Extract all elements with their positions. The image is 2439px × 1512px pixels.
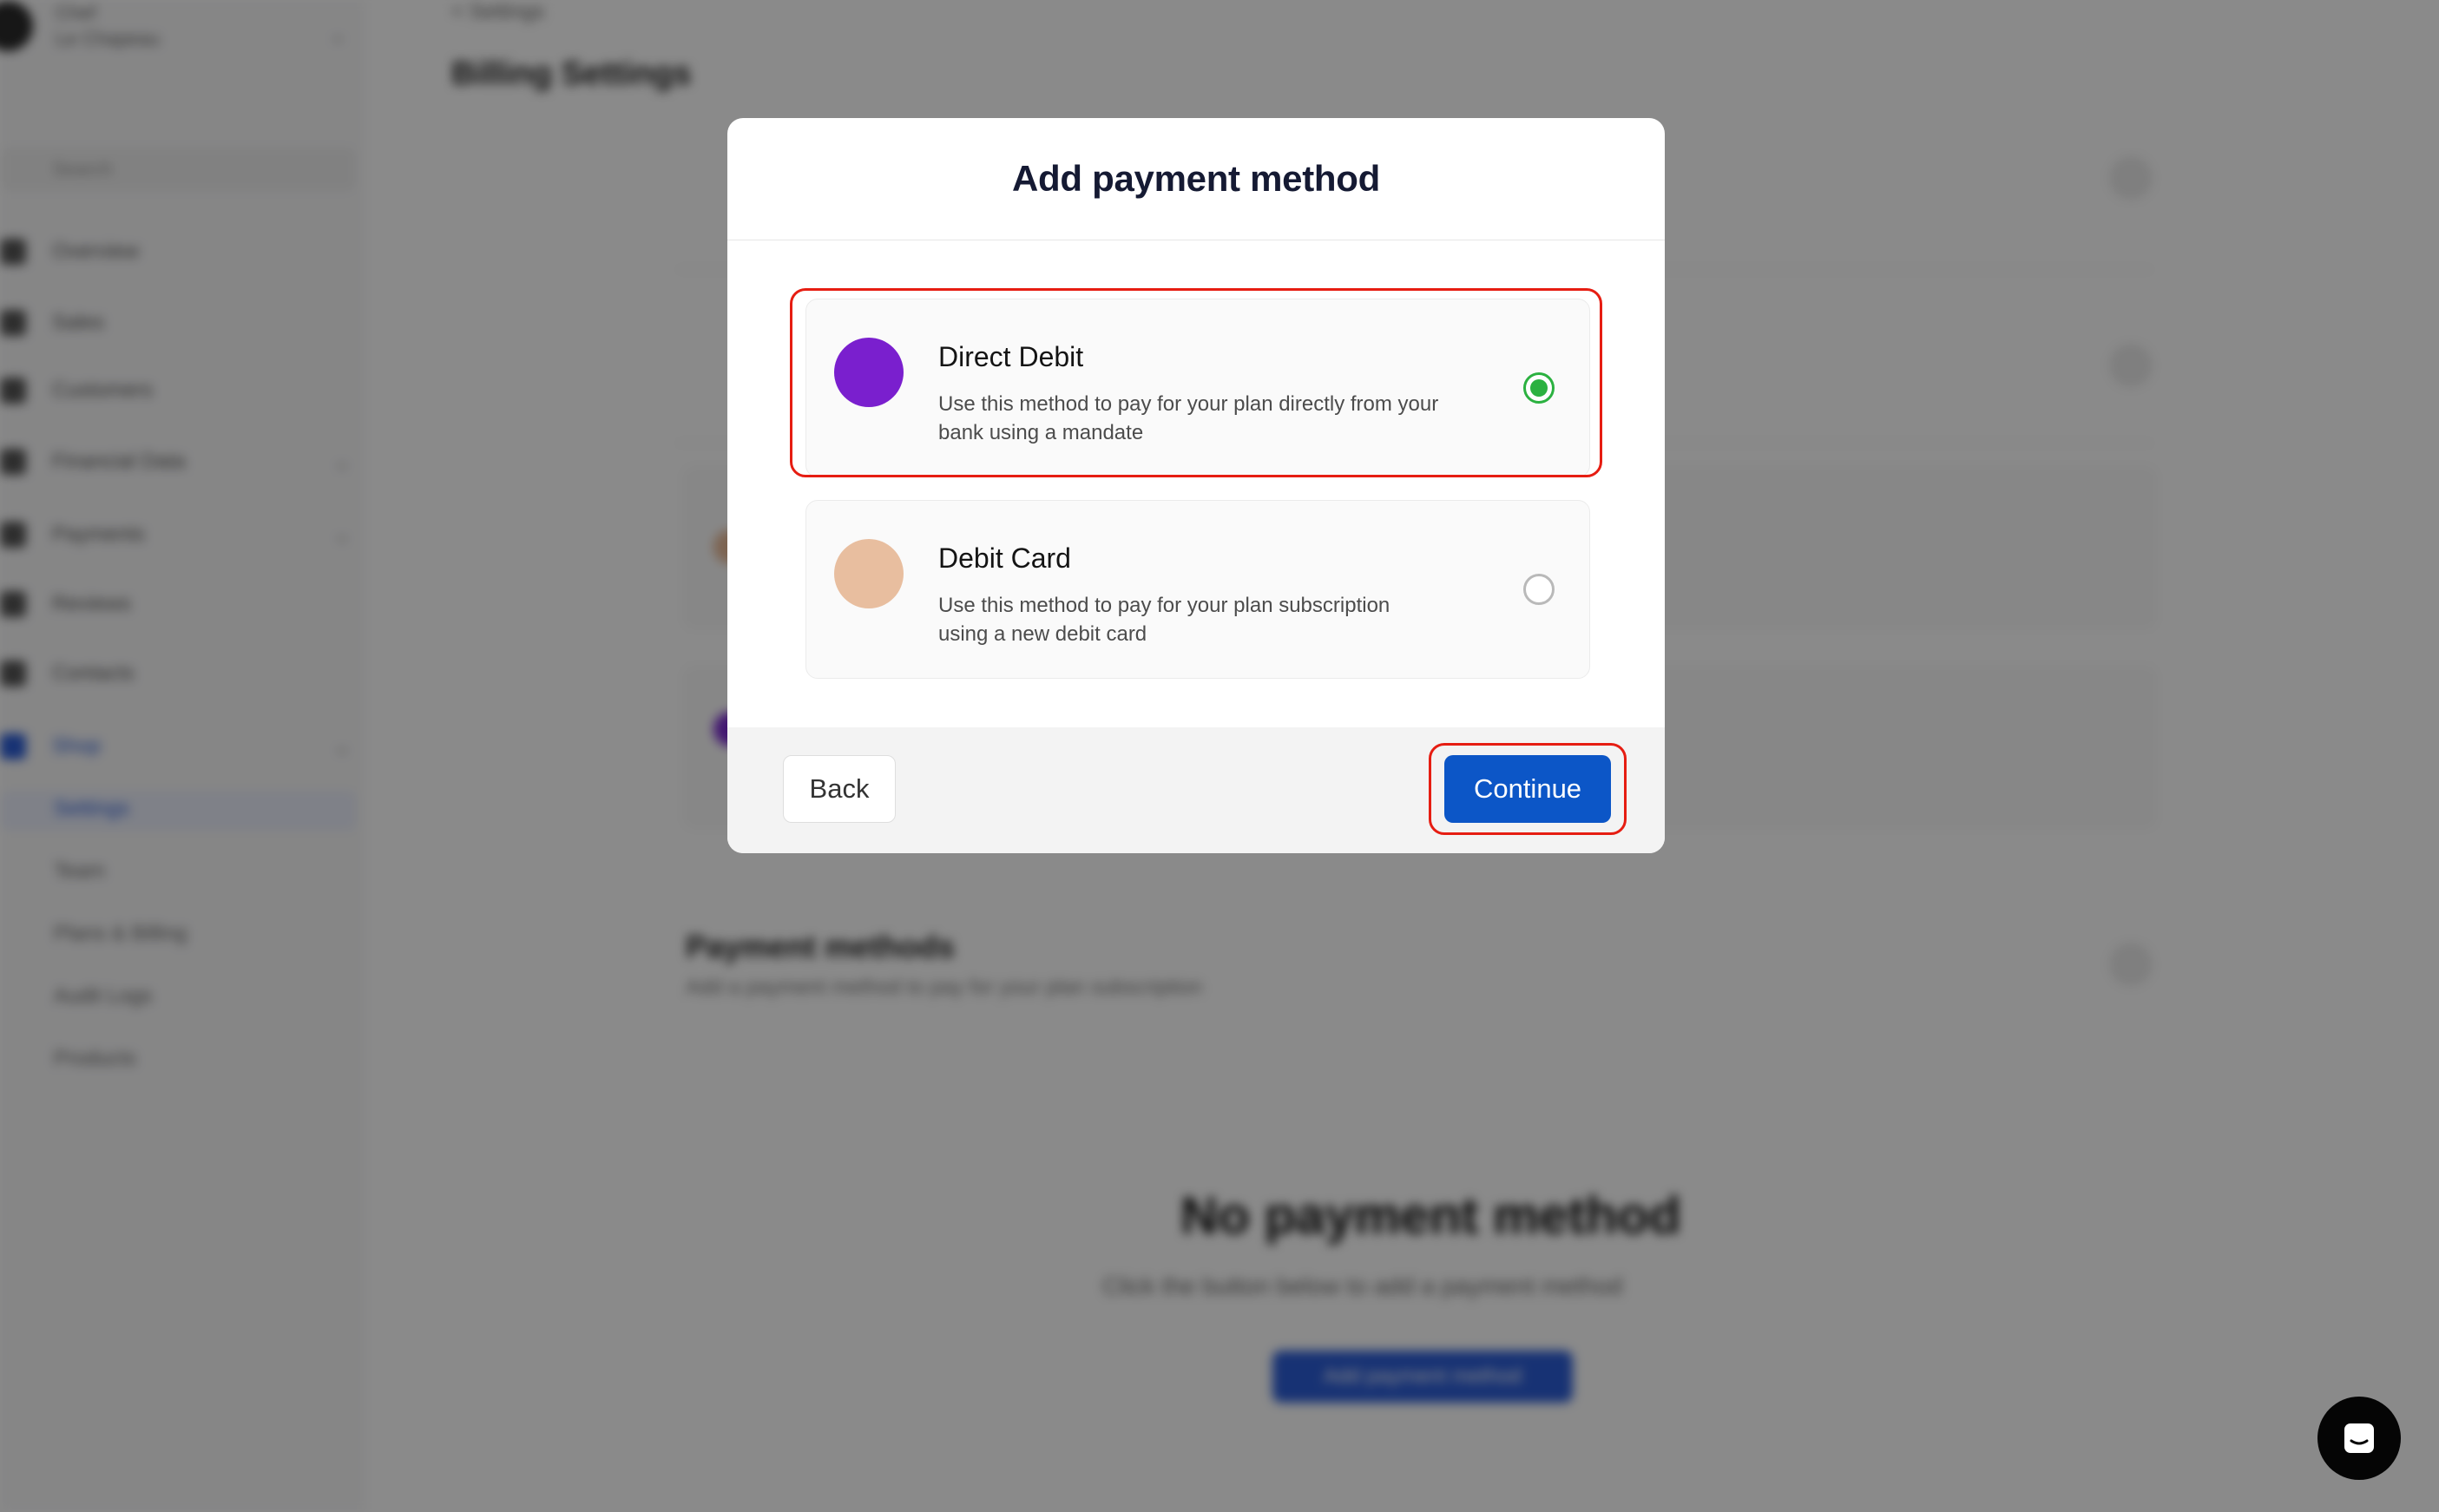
option-direct-debit[interactable]: Direct Debit Use this method to pay for … [805, 299, 1590, 477]
direct-debit-icon [834, 338, 904, 407]
modal-header: Add payment method [727, 118, 1665, 240]
option-debit-card[interactable]: Debit Card Use this method to pay for yo… [805, 500, 1590, 679]
radio-unselected[interactable] [1523, 574, 1555, 605]
modal-footer: Back Continue [727, 727, 1665, 853]
option-title: Debit Card [938, 542, 1071, 574]
option-description: Use this method to pay for your plan sub… [938, 594, 1390, 646]
option-description: Use this method to pay for your plan dir… [938, 392, 1439, 444]
modal-title: Add payment method [1012, 158, 1380, 199]
add-payment-modal: Add payment method Direct Debit Use this… [727, 118, 1665, 853]
chat-launcher-button[interactable] [2317, 1397, 2401, 1480]
debit-card-icon [834, 539, 904, 608]
continue-button[interactable]: Continue [1444, 755, 1611, 823]
chat-icon [2344, 1423, 2374, 1453]
option-title: Direct Debit [938, 341, 1084, 372]
back-button[interactable]: Back [783, 755, 896, 823]
radio-selected[interactable] [1523, 372, 1555, 404]
